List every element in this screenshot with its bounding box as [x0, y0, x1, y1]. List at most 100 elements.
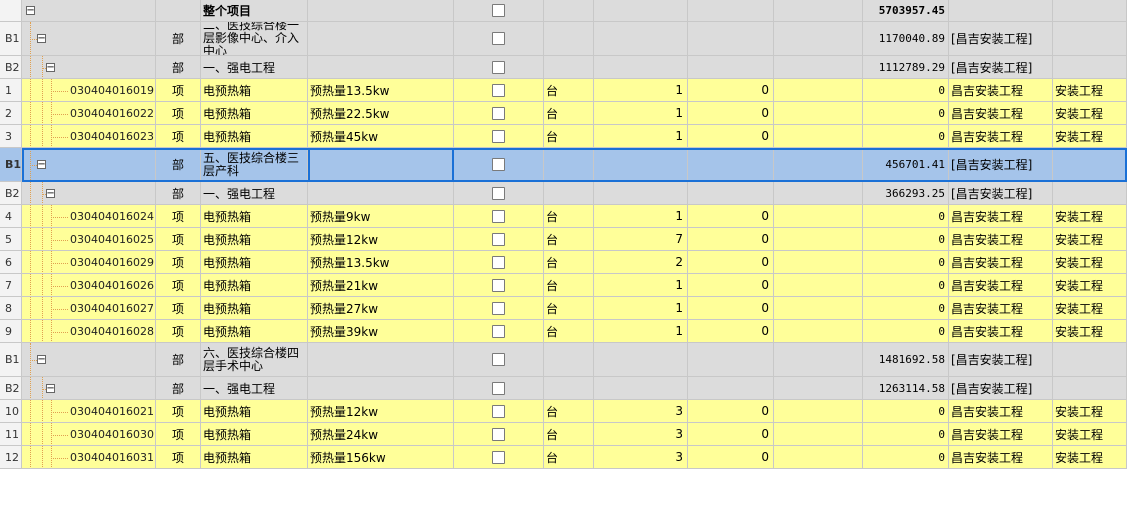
- item-price[interactable]: 0: [688, 320, 774, 342]
- collapse-icon[interactable]: −: [46, 62, 55, 72]
- item-name[interactable]: 电预热箱: [201, 320, 308, 342]
- item-name[interactable]: 一、强电工程: [201, 56, 308, 78]
- item-desc[interactable]: [308, 56, 454, 78]
- group-row[interactable]: B1 − 部六、医技综合楼四层手术中心 1481692.58 [昌吉安装工程]: [0, 343, 1127, 377]
- checkbox-cell[interactable]: [454, 423, 544, 445]
- checkbox[interactable]: [492, 301, 505, 315]
- table-row[interactable]: 4 030404016024 项电预热箱 预热量9kw 台 1 0 0 昌吉安装工程 安装工程: [0, 205, 1127, 228]
- checkbox-cell[interactable]: [454, 79, 544, 101]
- item-quantity[interactable]: [594, 377, 688, 399]
- checkbox[interactable]: [492, 450, 505, 464]
- group-row[interactable]: B2 − 部一、强电工程 366293.25 [昌吉安装工程]: [0, 182, 1127, 205]
- checkbox-cell[interactable]: [454, 0, 544, 21]
- item-price[interactable]: 0: [688, 274, 774, 296]
- item-quantity[interactable]: [594, 343, 688, 376]
- checkbox-cell[interactable]: [454, 446, 544, 468]
- item-desc[interactable]: [308, 22, 454, 55]
- item-quantity[interactable]: 1: [594, 320, 688, 342]
- checkbox-cell[interactable]: [454, 148, 544, 181]
- table-row[interactable]: 3 030404016023 项电预热箱 预热量45kw 台 1 0 0 昌吉安装工程 安装工程: [0, 125, 1127, 148]
- checkbox-cell[interactable]: [454, 343, 544, 376]
- item-desc[interactable]: 预热量39kw: [308, 320, 454, 342]
- item-quantity[interactable]: 7: [594, 228, 688, 250]
- checkbox[interactable]: [492, 158, 505, 171]
- checkbox[interactable]: [492, 324, 505, 338]
- checkbox[interactable]: [492, 404, 505, 418]
- item-price[interactable]: [688, 182, 774, 204]
- checkbox-cell[interactable]: [454, 182, 544, 204]
- item-desc[interactable]: 预热量27kw: [308, 297, 454, 319]
- group-row[interactable]: B1 − 部二、医技综合楼一层影像中心、介入中心 1170040.89 [昌吉安装工程]: [0, 22, 1127, 56]
- item-name[interactable]: 电预热箱: [201, 400, 308, 422]
- item-desc[interactable]: 预热量13.5kw: [308, 251, 454, 273]
- item-price[interactable]: 0: [688, 102, 774, 124]
- item-desc[interactable]: 预热量9kw: [308, 205, 454, 227]
- group-row[interactable]: B2 − 部一、强电工程 1263114.58 [昌吉安装工程]: [0, 377, 1127, 400]
- item-price[interactable]: [688, 22, 774, 55]
- item-name[interactable]: 电预热箱: [201, 423, 308, 445]
- table-row[interactable]: 9 030404016028 项电预热箱 预热量39kw 台 1 0 0 昌吉安装工程 安装工程: [0, 320, 1127, 343]
- item-price[interactable]: 0: [688, 297, 774, 319]
- item-quantity[interactable]: 3: [594, 446, 688, 468]
- checkbox-cell[interactable]: [454, 251, 544, 273]
- checkbox[interactable]: [492, 255, 505, 269]
- root-row[interactable]: − 整个项目 5703957.45: [0, 0, 1127, 22]
- item-quantity[interactable]: [594, 148, 688, 181]
- checkbox[interactable]: [492, 60, 505, 74]
- checkbox-cell[interactable]: [454, 56, 544, 78]
- item-quantity[interactable]: 1: [594, 102, 688, 124]
- checkbox[interactable]: [492, 106, 505, 120]
- item-name[interactable]: 电预热箱: [201, 274, 308, 296]
- checkbox[interactable]: [492, 83, 505, 97]
- table-row[interactable]: 5 030404016025 项电预热箱 预热量12kw 台 7 0 0 昌吉安装工程 安装工程: [0, 228, 1127, 251]
- item-price[interactable]: [688, 56, 774, 78]
- item-name[interactable]: 电预热箱: [201, 102, 308, 124]
- item-desc[interactable]: 预热量21kw: [308, 274, 454, 296]
- item-quantity[interactable]: 3: [594, 400, 688, 422]
- table-row[interactable]: 10 030404016021 项电预热箱 预热量12kw 台 3 0 0 昌吉安装工程 安装工程: [0, 400, 1127, 423]
- checkbox-cell[interactable]: [454, 377, 544, 399]
- item-name[interactable]: 电预热箱: [201, 205, 308, 227]
- table-row[interactable]: 8 030404016027 项电预热箱 预热量27kw 台 1 0 0 昌吉安装工程 安装工程: [0, 297, 1127, 320]
- item-desc[interactable]: 预热量24kw: [308, 423, 454, 445]
- collapse-icon[interactable]: −: [46, 188, 55, 198]
- item-quantity[interactable]: 1: [594, 79, 688, 101]
- item-name[interactable]: 一、强电工程: [201, 377, 308, 399]
- item-quantity[interactable]: 1: [594, 125, 688, 147]
- item-name[interactable]: 五、医技综合楼三层产科: [201, 148, 308, 181]
- collapse-icon[interactable]: −: [46, 383, 55, 393]
- item-name[interactable]: 电预热箱: [201, 446, 308, 468]
- item-quantity[interactable]: 2: [594, 251, 688, 273]
- checkbox-cell[interactable]: [454, 400, 544, 422]
- checkbox-cell[interactable]: [454, 22, 544, 55]
- checkbox-cell[interactable]: [454, 102, 544, 124]
- item-name[interactable]: 电预热箱: [201, 79, 308, 101]
- item-name[interactable]: 电预热箱: [201, 297, 308, 319]
- checkbox[interactable]: [492, 427, 505, 441]
- item-desc[interactable]: [308, 182, 454, 204]
- collapse-icon[interactable]: −: [26, 5, 35, 15]
- collapse-icon[interactable]: −: [37, 33, 46, 43]
- item-price[interactable]: [688, 377, 774, 399]
- item-desc[interactable]: 预热量13.5kw: [308, 79, 454, 101]
- item-desc[interactable]: 预热量45kw: [308, 125, 454, 147]
- item-quantity[interactable]: 1: [594, 297, 688, 319]
- table-row[interactable]: 1 030404016019 项电预热箱 预热量13.5kw 台 1 0 0 昌吉安装工程 安装工…: [0, 79, 1127, 102]
- checkbox[interactable]: [492, 209, 505, 223]
- checkbox-cell[interactable]: [454, 297, 544, 319]
- item-quantity[interactable]: 1: [594, 274, 688, 296]
- table-row[interactable]: 6 030404016029 项电预热箱 预热量13.5kw 台 2 0 0 昌吉安装工程 安装工…: [0, 251, 1127, 274]
- table-row[interactable]: 2 030404016022 项电预热箱 预热量22.5kw 台 1 0 0 昌吉安装工程 安装工…: [0, 102, 1127, 125]
- collapse-icon[interactable]: −: [37, 354, 46, 364]
- checkbox[interactable]: [492, 186, 505, 200]
- item-quantity[interactable]: [594, 182, 688, 204]
- checkbox[interactable]: [492, 381, 505, 395]
- item-price[interactable]: [688, 148, 774, 181]
- item-desc[interactable]: 预热量12kw: [308, 400, 454, 422]
- item-price[interactable]: 0: [688, 400, 774, 422]
- item-desc[interactable]: 预热量22.5kw: [308, 102, 454, 124]
- item-desc[interactable]: [308, 377, 454, 399]
- item-price[interactable]: 0: [688, 446, 774, 468]
- item-name[interactable]: 电预热箱: [201, 228, 308, 250]
- checkbox[interactable]: [492, 353, 505, 366]
